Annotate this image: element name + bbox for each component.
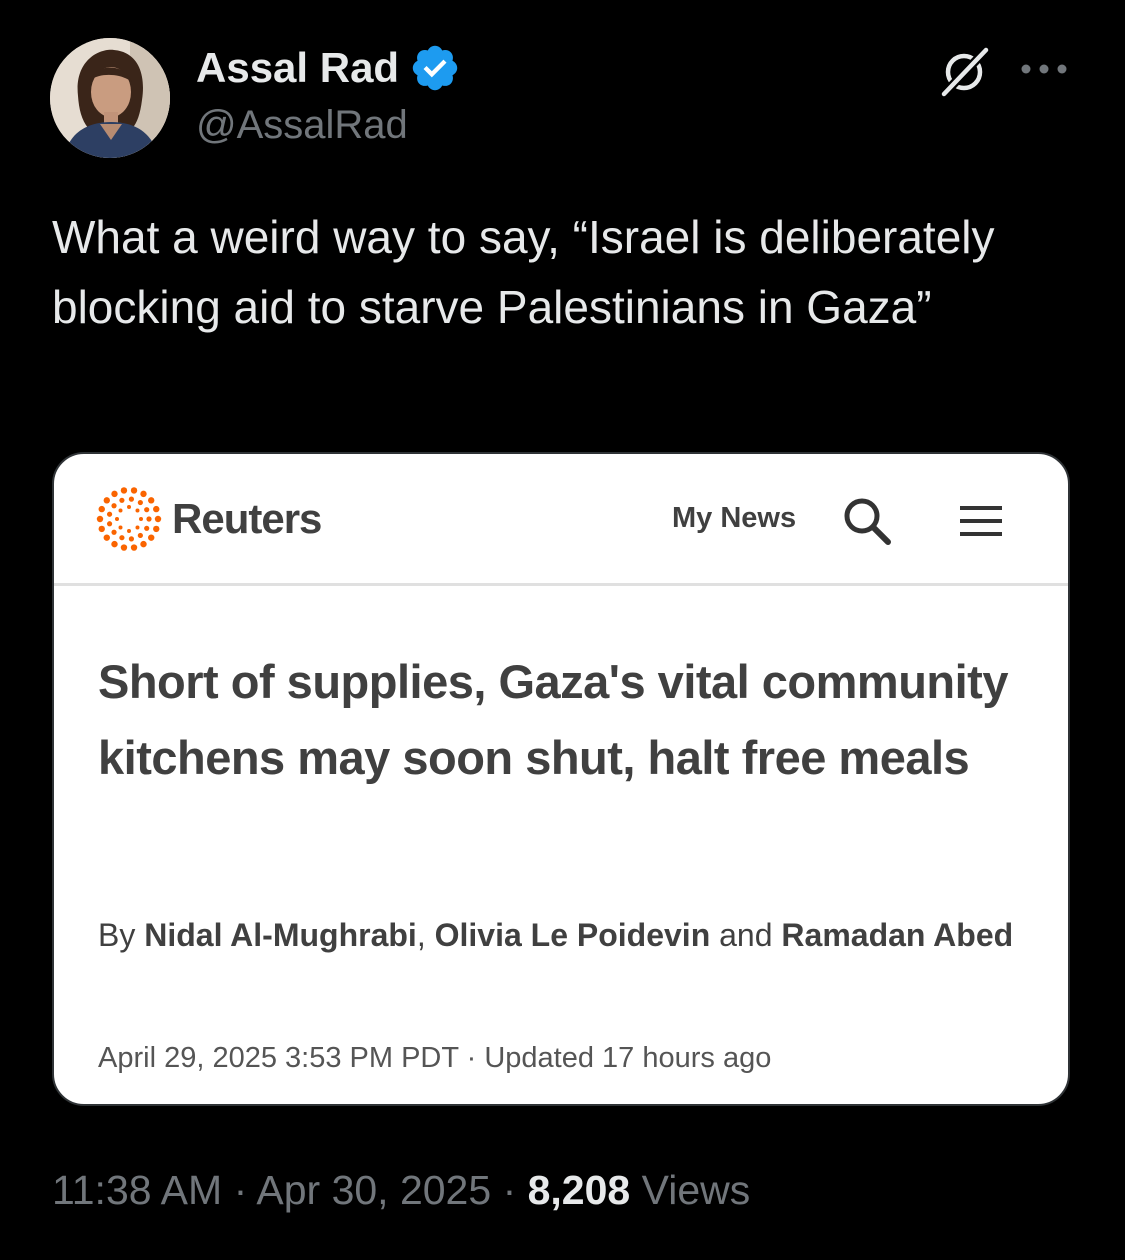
author-name[interactable]: Assal Rad (196, 43, 399, 93)
tweet-time[interactable]: 11:38 AM (52, 1167, 222, 1213)
byline-author-1[interactable]: Nidal Al-Mughrabi (144, 917, 417, 953)
tweet-date[interactable]: Apr 30, 2025 (256, 1167, 491, 1213)
byline-prefix: By (98, 917, 136, 953)
byline-separator: , (416, 917, 426, 953)
verified-badge-icon (412, 45, 458, 91)
author-handle[interactable]: @AssalRad (196, 100, 408, 150)
meta-separator: · (491, 1167, 528, 1213)
reuters-header: Reuters My News (54, 454, 1068, 586)
embedded-article-card[interactable]: Reuters My News Short of supplies, Gaza'… (52, 452, 1070, 1106)
grok-icon[interactable] (936, 44, 992, 100)
byline-conjunction: and (719, 917, 773, 953)
published-date: April 29, 2025 3:53 PM PDT (98, 1042, 459, 1074)
my-news-link[interactable]: My News (672, 498, 796, 538)
dateline-separator: · (458, 1042, 485, 1074)
more-options-icon[interactable] (1018, 54, 1070, 84)
byline-author-2[interactable]: Olivia Le Poidevin (435, 917, 711, 953)
tweet-text: What a weird way to say, “Israel is deli… (52, 211, 995, 333)
byline-author-3[interactable]: Ramadan Abed (781, 917, 1013, 953)
views-count[interactable]: 8,208 (528, 1167, 631, 1213)
article-headline: Short of supplies, Gaza's vital communit… (98, 655, 1008, 784)
article-dateline: April 29, 2025 3:53 PM PDT · Updated 17 … (98, 1038, 1018, 1078)
article-byline: By Nidal Al-Mughrabi, Olivia Le Poidevin… (98, 906, 1018, 964)
search-icon[interactable] (840, 494, 894, 548)
avatar[interactable] (50, 38, 170, 158)
menu-icon[interactable] (958, 500, 1004, 542)
meta-separator: · (222, 1167, 257, 1213)
updated-time: Updated 17 hours ago (484, 1042, 772, 1074)
tweet-meta: 11:38 AM · Apr 30, 2025 · 8,208 Views (52, 1160, 750, 1220)
views-label: Views (630, 1167, 751, 1213)
avatar-image (50, 38, 170, 158)
reuters-logo-icon (96, 487, 162, 551)
reuters-brand: Reuters (172, 495, 322, 542)
